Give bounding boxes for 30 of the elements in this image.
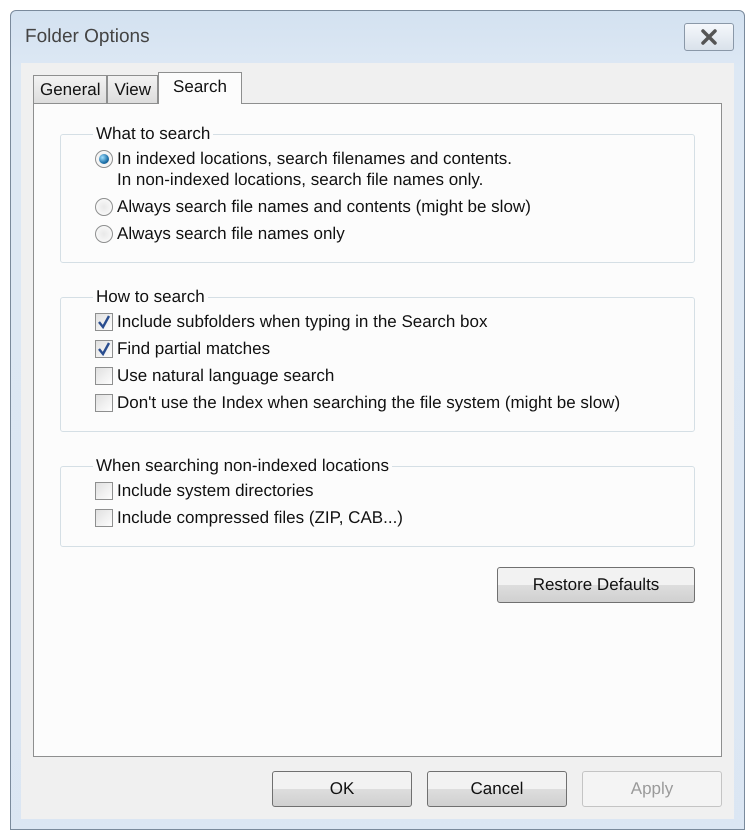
checkbox[interactable] (95, 482, 113, 500)
checkbox[interactable] (95, 340, 113, 358)
dialog-button[interactable]: OK (272, 771, 412, 807)
option-label: Always search file names only (117, 223, 345, 244)
close-icon (700, 29, 718, 45)
option-label: In indexed locations, search filenames and contents. In non-indexed locations, search file names only. (117, 148, 512, 190)
tab[interactable]: Search (158, 72, 242, 104)
option-label: Include subfolders when typing in the Search box (117, 311, 488, 332)
dialog-button[interactable]: Cancel (427, 771, 567, 807)
checkbox[interactable] (95, 509, 113, 527)
radio-button[interactable] (95, 225, 113, 243)
group-title: What to search (95, 124, 212, 144)
group-title: When searching non-indexed locations (95, 456, 390, 476)
checkbox[interactable] (95, 367, 113, 385)
close-button[interactable] (684, 23, 734, 51)
radio-button[interactable] (95, 198, 113, 216)
checkbox[interactable] (95, 313, 113, 331)
option-label: Find partial matches (117, 338, 270, 359)
group-title: How to search (95, 287, 206, 307)
option-label: Use natural language search (117, 365, 334, 386)
option-label: Include compressed files (ZIP, CAB...) (117, 507, 403, 528)
window-title: Folder Options (25, 26, 150, 48)
radio-button[interactable] (95, 150, 113, 168)
option-label: Always search file names and contents (might be slow) (117, 196, 531, 217)
tab[interactable]: General (33, 75, 108, 103)
option-label: Include system directories (117, 480, 314, 501)
option-label: Don't use the Index when searching the file system (might be slow) (117, 392, 620, 413)
checkbox[interactable] (95, 394, 113, 412)
restore-defaults-button[interactable]: Restore Defaults (497, 567, 695, 603)
tab[interactable]: View (107, 75, 158, 103)
